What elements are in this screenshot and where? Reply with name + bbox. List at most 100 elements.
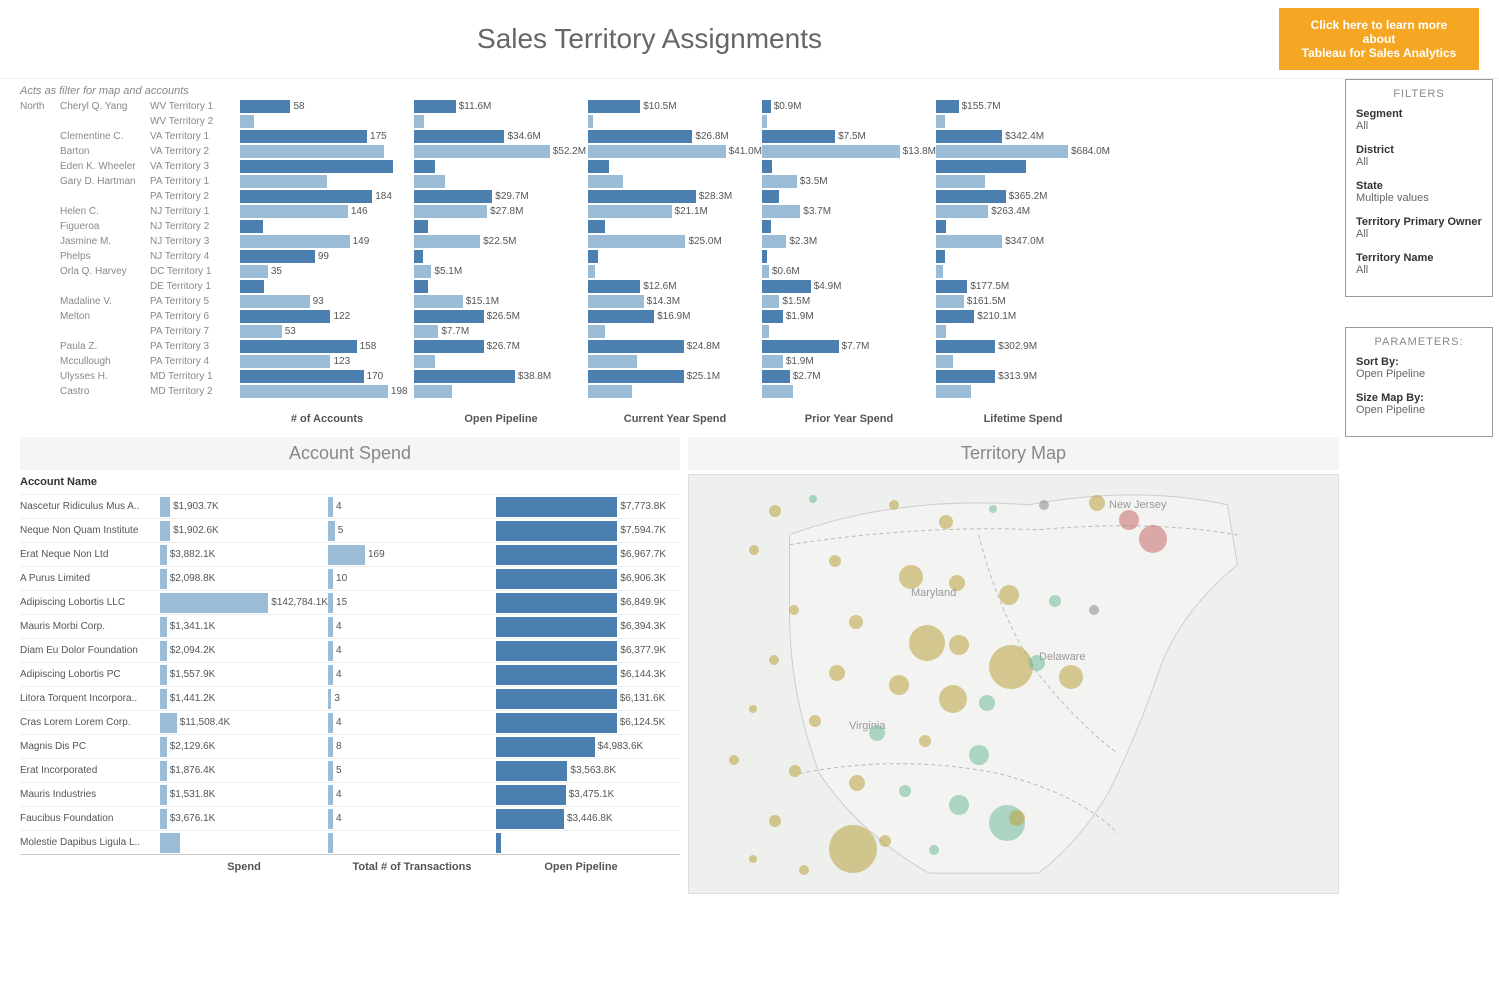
account-row[interactable]: Molestie Dapibus Ligula L.. [20,830,680,854]
territory-row[interactable]: McculloughPA Territory 4123$1.9M [20,354,1319,369]
map-data-point[interactable] [1139,525,1167,553]
map-data-point[interactable] [809,495,817,503]
territory-row[interactable]: Madaline V.PA Territory 593$15.1M$14.3M$… [20,294,1319,309]
account-row[interactable]: Mauris Industries $1,531.8K 4 $3,475.1K [20,782,680,806]
map-data-point[interactable] [769,505,781,517]
territory-row[interactable]: PA Territory 2184$29.7M$28.3M$365.2M [20,189,1319,204]
map-data-point[interactable] [989,645,1033,689]
col-transactions: Total # of Transactions [328,861,496,873]
territory-grid[interactable]: NorthCheryl Q. YangWV Territory 158$11.6… [0,99,1339,407]
map-data-point[interactable] [809,715,821,727]
map-data-point[interactable] [749,705,757,713]
account-row[interactable]: Mauris Morbi Corp. $1,341.1K 4 $6,394.3K [20,614,680,638]
map-data-point[interactable] [829,665,845,681]
territory-row[interactable]: CastroMD Territory 2198 [20,384,1319,399]
map-data-point[interactable] [919,735,931,747]
account-row[interactable]: Nascetur Ridiculus Mus A.. $1,903.7K 4 $… [20,494,680,518]
map-data-point[interactable] [1089,605,1099,615]
map-data-point[interactable] [879,835,891,847]
map-data-point[interactable] [1029,655,1045,671]
map-data-point[interactable] [989,505,997,513]
account-row[interactable]: Adipiscing Lobortis PC $1,557.9K 4 $6,14… [20,662,680,686]
territory-row[interactable]: MeltonPA Territory 6122$26.5M$16.9M$1.9M… [20,309,1319,324]
col-py-spend: Prior Year Spend [762,413,936,425]
filter-group[interactable]: StateMultiple values [1356,180,1482,204]
map-data-point[interactable] [979,695,995,711]
account-row[interactable]: Cras Lorem Lorem Corp. $11,508.4K 4 $6,1… [20,710,680,734]
parameter-group[interactable]: Sort By:Open Pipeline [1356,356,1482,380]
map-data-point[interactable] [869,725,885,741]
account-row[interactable]: Diam Eu Dolor Foundation $2,094.2K 4 $6,… [20,638,680,662]
territory-row[interactable]: FigueroaNJ Territory 2 [20,219,1319,234]
map-data-point[interactable] [849,775,865,791]
map-data-point[interactable] [1119,510,1139,530]
map-data-point[interactable] [939,515,953,529]
col-lifetime: Lifetime Spend [936,413,1110,425]
map-data-point[interactable] [1059,665,1083,689]
map-data-point[interactable] [749,855,757,863]
map-data-point[interactable] [1009,810,1025,826]
map-data-point[interactable] [949,575,965,591]
map-data-point[interactable] [899,785,911,797]
territory-map[interactable]: New JerseyMarylandDelawareVirginia [688,474,1339,894]
map-data-point[interactable] [939,685,967,713]
territory-row[interactable]: Ulysses H.MD Territory 1170$38.8M$25.1M$… [20,369,1319,384]
map-data-point[interactable] [829,555,841,567]
map-data-point[interactable] [889,500,899,510]
account-row[interactable]: Magnis Dis PC $2,129.6K 8 $4,983.6K [20,734,680,758]
filter-group[interactable]: SegmentAll [1356,108,1482,132]
territory-row[interactable]: Orla Q. HarveyDC Territory 135$5.1M$0.6M [20,264,1319,279]
territory-row[interactable]: Jasmine M.NJ Territory 3149$22.5M$25.0M$… [20,234,1319,249]
territory-row[interactable]: DE Territory 1$12.6M$4.9M$177.5M [20,279,1319,294]
territory-row[interactable]: Helen C.NJ Territory 1146$27.8M$21.1M$3.… [20,204,1319,219]
account-row[interactable]: Adipiscing Lobortis LLC $142,784.1K 15 $… [20,590,680,614]
account-row[interactable]: Neque Non Quam Institute $1,902.6K 5 $7,… [20,518,680,542]
account-row[interactable]: A Purus Limited $2,098.8K 10 $6,906.3K [20,566,680,590]
cta-banner[interactable]: Click here to learn more about Tableau f… [1279,8,1479,70]
map-data-point[interactable] [929,845,939,855]
map-data-point[interactable] [1049,595,1061,607]
filter-group[interactable]: Territory Primary OwnerAll [1356,216,1482,240]
account-table[interactable]: Nascetur Ridiculus Mus A.. $1,903.7K 4 $… [20,494,680,854]
map-data-point[interactable] [1039,500,1049,510]
map-data-point[interactable] [949,635,969,655]
filter-group[interactable]: DistrictAll [1356,144,1482,168]
map-data-point[interactable] [1089,495,1105,511]
account-row[interactable]: Faucibus Foundation $3,676.1K 4 $3,446.8… [20,806,680,830]
territory-row[interactable]: PhelpsNJ Territory 499 [20,249,1319,264]
filters-panel: FILTERS SegmentAll DistrictAll StateMultip… [1345,79,1493,297]
map-data-point[interactable] [749,545,759,555]
account-row[interactable]: Litora Torquent Incorpora.. $1,441.2K 3 … [20,686,680,710]
territory-row[interactable]: BartonVA Territory 2$52.2M$41.0M$13.8M$6… [20,144,1319,159]
territory-row[interactable]: WV Territory 2 [20,114,1319,129]
map-data-point[interactable] [789,765,801,777]
map-data-point[interactable] [899,565,923,589]
map-data-point[interactable] [769,655,779,665]
cta-line1: Click here to learn more about [1297,18,1461,46]
map-data-point[interactable] [949,795,969,815]
account-row[interactable]: Erat Neque Non Ltd $3,882.1K 169 $6,967.… [20,542,680,566]
territory-row[interactable]: PA Territory 753$7.7M [20,324,1319,339]
territory-row[interactable]: Clementine C.VA Territory 1175$34.6M$26.… [20,129,1319,144]
map-data-point[interactable] [829,825,877,873]
account-row[interactable]: Erat Incorporated $1,876.4K 5 $3,563.8K [20,758,680,782]
map-data-point[interactable] [909,625,945,661]
map-data-point[interactable] [999,585,1019,605]
map-data-point[interactable] [729,755,739,765]
map-data-point[interactable] [969,745,989,765]
map-data-point[interactable] [789,605,799,615]
account-column-headers: Spend Total # of Transactions Open Pipel… [20,854,680,873]
col-spend: Spend [160,861,328,873]
parameter-group[interactable]: Size Map By:Open Pipeline [1356,392,1482,416]
map-data-point[interactable] [769,815,781,827]
territory-row[interactable]: Eden K. WheelerVA Territory 3 [20,159,1319,174]
col-accounts: # of Accounts [240,413,414,425]
map-data-point[interactable] [799,865,809,875]
filter-group[interactable]: Territory NameAll [1356,252,1482,276]
territory-row[interactable]: Gary D. HartmanPA Territory 1$3.5M [20,174,1319,189]
map-data-point[interactable] [889,675,909,695]
territory-row[interactable]: NorthCheryl Q. YangWV Territory 158$11.6… [20,99,1319,114]
map-data-point[interactable] [849,615,863,629]
territory-row[interactable]: Paula Z.PA Territory 3158$26.7M$24.8M$7.… [20,339,1319,354]
filters-title: FILTERS [1356,88,1482,100]
